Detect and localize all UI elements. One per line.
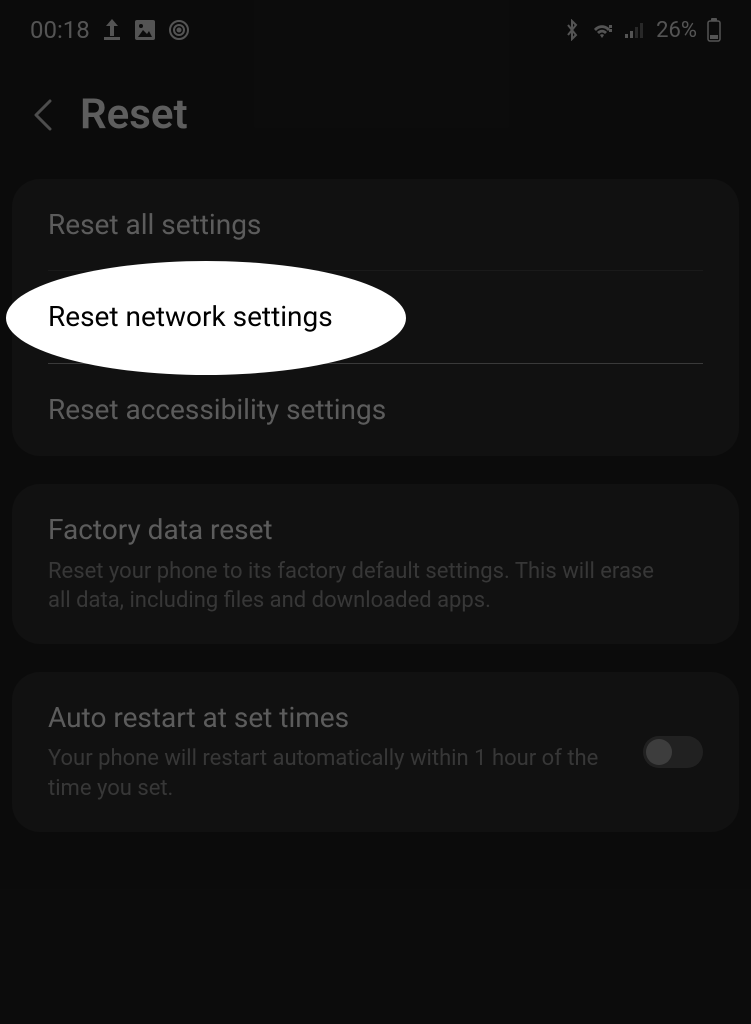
- auto-restart-item[interactable]: Auto restart at set times Your phone wil…: [12, 672, 739, 832]
- reset-all-settings-item[interactable]: Reset all settings: [12, 179, 739, 271]
- status-left: 00:18: [30, 16, 190, 44]
- header: Reset: [0, 60, 751, 179]
- back-button[interactable]: [30, 95, 56, 135]
- wifi-icon: [590, 20, 614, 40]
- reset-network-settings-item[interactable]: Reset network settings: [12, 271, 739, 363]
- battery-percent: 26%: [656, 18, 697, 43]
- reset-accessibility-settings-item[interactable]: Reset accessibility settings: [12, 364, 739, 456]
- signal-icon: [624, 21, 646, 39]
- status-time: 00:18: [30, 16, 90, 44]
- status-bar: 00:18 26%: [0, 0, 751, 60]
- item-title: Factory data reset: [48, 512, 703, 548]
- bluetooth-icon: [564, 19, 580, 41]
- page-title: Reset: [80, 90, 188, 139]
- item-title: Reset all settings: [48, 207, 703, 243]
- battery-icon: [707, 18, 721, 42]
- reset-options-card: Reset all settings Reset network setting…: [12, 179, 739, 456]
- item-title: Auto restart at set times: [48, 700, 623, 736]
- item-description: Reset your phone to its factory default …: [48, 557, 668, 616]
- target-icon: [168, 19, 190, 41]
- factory-reset-card: Factory data reset Reset your phone to i…: [12, 484, 739, 644]
- factory-data-reset-item[interactable]: Factory data reset Reset your phone to i…: [12, 484, 739, 644]
- auto-restart-card: Auto restart at set times Your phone wil…: [12, 672, 739, 832]
- upload-icon: [102, 19, 122, 41]
- item-description: Your phone will restart automatically wi…: [48, 744, 623, 803]
- item-title: Reset network settings: [48, 299, 703, 335]
- status-right: 26%: [564, 18, 721, 43]
- image-icon: [134, 19, 156, 41]
- auto-restart-toggle[interactable]: [643, 736, 703, 768]
- item-title: Reset accessibility settings: [48, 392, 703, 428]
